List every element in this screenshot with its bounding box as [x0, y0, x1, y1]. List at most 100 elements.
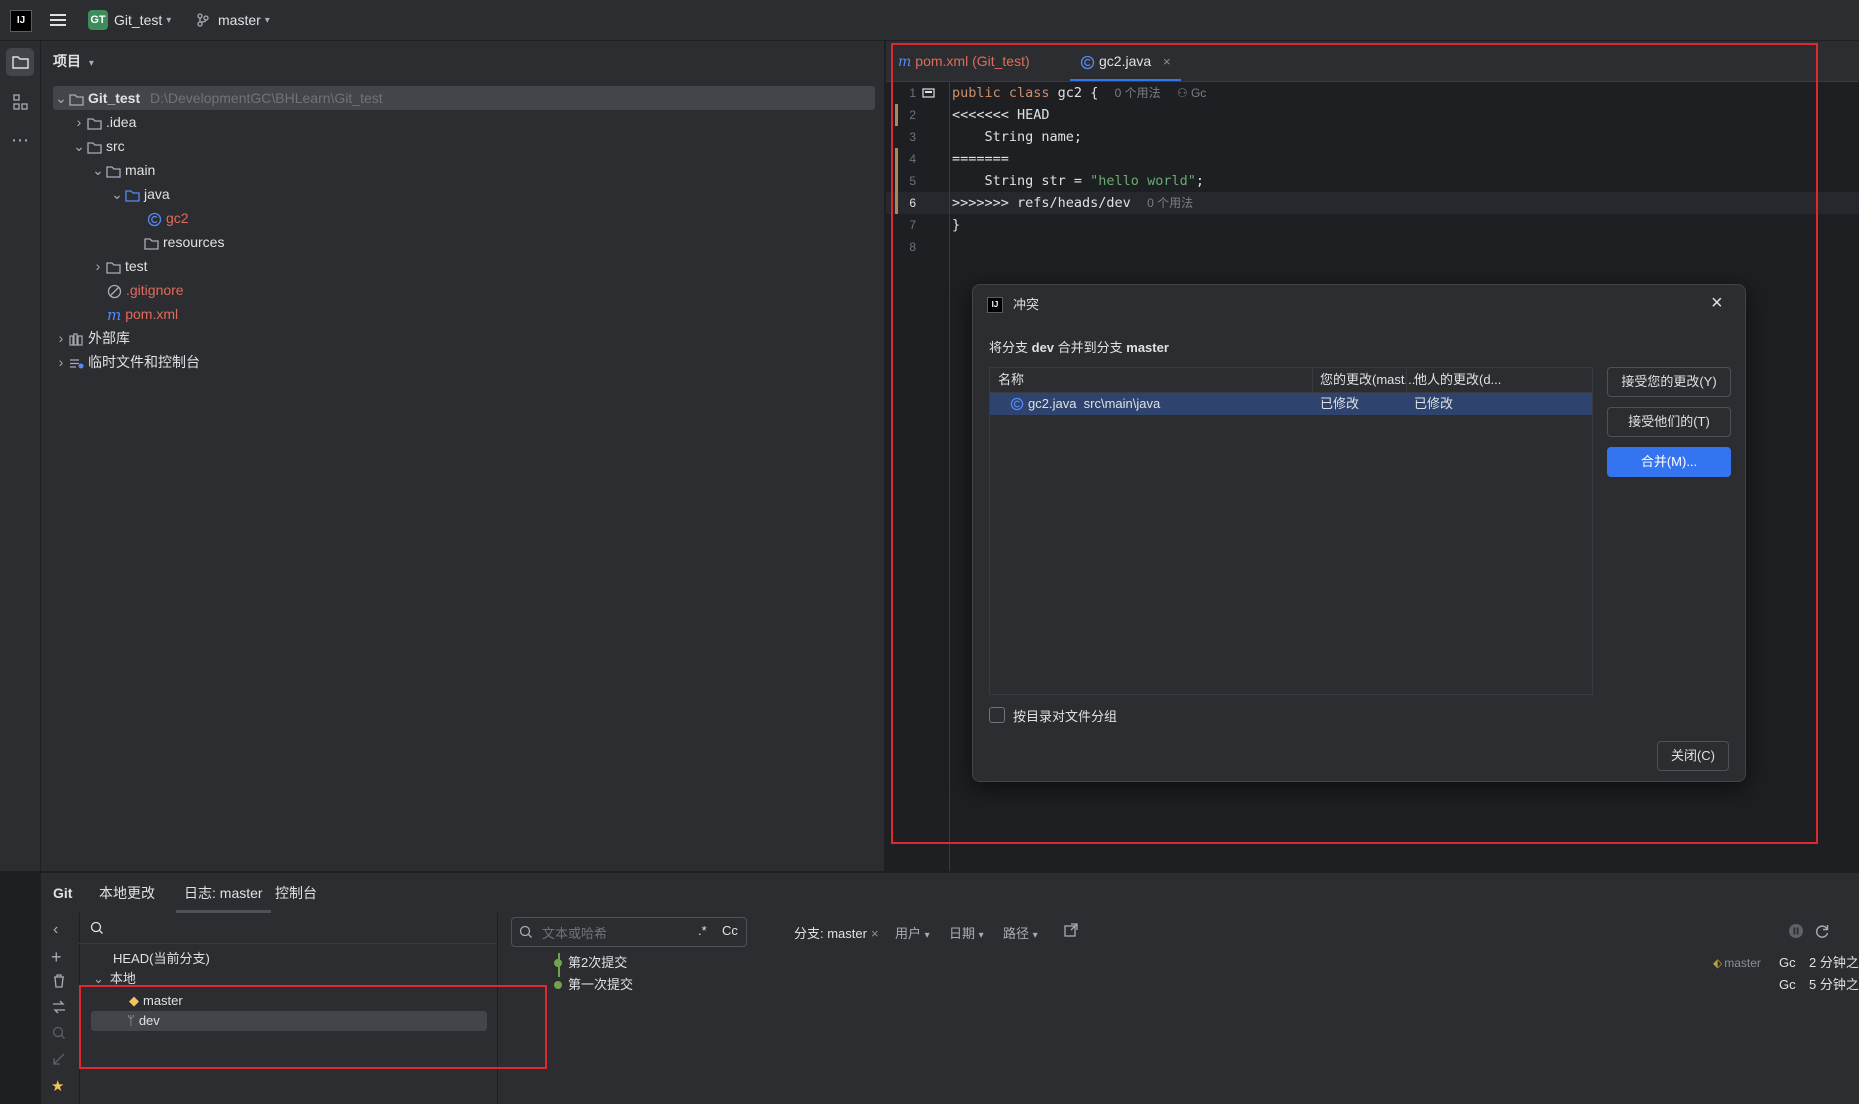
- maven-icon: m: [107, 306, 122, 325]
- project-switcher[interactable]: GT Git_test ▾: [88, 10, 171, 30]
- library-icon: [69, 333, 84, 346]
- branches-search[interactable]: [79, 913, 497, 944]
- title-bar: IJ GT Git_test ▾ master ▾: [0, 0, 1859, 41]
- search-icon: [518, 924, 534, 940]
- head-branch-item[interactable]: HEAD(当前分支): [113, 947, 210, 971]
- chevron-down-icon: ▾: [978, 930, 984, 941]
- tree-item-main[interactable]: ⌄ main: [90, 158, 155, 182]
- branch-switcher[interactable]: master ▾: [196, 10, 270, 30]
- regex-toggle[interactable]: .*: [698, 923, 707, 938]
- tree-item-label: .gitignore: [126, 282, 184, 298]
- tree-item-label: .idea: [106, 114, 137, 130]
- collapse-icon[interactable]: ‹: [53, 921, 58, 939]
- folder-icon: [87, 117, 102, 130]
- chevron-down-icon: ▾: [88, 58, 94, 69]
- tree-item-test[interactable]: › test: [90, 254, 148, 278]
- tree-item-src[interactable]: ⌄ src: [71, 134, 125, 158]
- close-icon: ×: [870, 926, 879, 941]
- tree-item-idea[interactable]: › .idea: [71, 110, 137, 134]
- chevron-down-icon: ⌄: [55, 90, 67, 106]
- tag-icon: ⬖: [1713, 956, 1723, 970]
- add-icon[interactable]: +: [51, 947, 62, 968]
- search-icon[interactable]: [51, 1025, 67, 1041]
- more-tools-icon[interactable]: ⋯: [6, 128, 34, 156]
- tree-item-label: 外部库: [88, 330, 130, 346]
- log-search-field[interactable]: 文本或哈希 .* Cc: [511, 917, 747, 947]
- commit-message[interactable]: 第2次提交: [568, 951, 627, 975]
- project-tool-button[interactable]: [6, 48, 34, 76]
- commit-time: 2 分钟之: [1809, 955, 1859, 970]
- folder-icon: [106, 261, 121, 274]
- intellij-icon[interactable]: IJ: [10, 10, 32, 32]
- chevron-down-icon: ▾: [264, 14, 270, 26]
- highlight-box-editor: [891, 43, 1818, 844]
- tree-item-gc2[interactable]: gc2: [147, 206, 189, 230]
- tree-item-label: gc2: [166, 210, 189, 226]
- chevron-down-icon: ⌄: [92, 162, 104, 178]
- chevron-down-icon: ⌄: [111, 186, 123, 202]
- highlight-box-branches: [79, 985, 547, 1069]
- commit-time: 5 分钟之: [1809, 977, 1859, 992]
- tree-item-label: test: [125, 258, 148, 274]
- tree-item-label: pom.xml: [125, 306, 179, 322]
- pause-icon[interactable]: [1788, 923, 1804, 939]
- tab-git[interactable]: Git: [53, 873, 72, 913]
- project-badge: GT: [88, 10, 108, 30]
- left-tool-stripe: ⋯: [0, 41, 41, 871]
- path-filter[interactable]: 路径 ▾: [1003, 923, 1038, 942]
- tree-item-label: Git_test: [88, 90, 141, 106]
- search-placeholder: 文本或哈希: [542, 926, 608, 941]
- tree-item-resources[interactable]: resources: [128, 230, 224, 254]
- search-icon: [89, 920, 105, 936]
- source-folder-icon: [125, 189, 140, 202]
- chevron-down-icon: ▾: [924, 930, 930, 941]
- update-icon[interactable]: [51, 1051, 67, 1067]
- chevron-down-icon: ⌄: [73, 138, 85, 154]
- tree-item-gitignore[interactable]: .gitignore: [91, 278, 184, 302]
- chevron-down-icon: ▾: [166, 14, 172, 26]
- branch-icon: [196, 13, 210, 27]
- scratches-icon: [69, 357, 84, 370]
- chevron-right-icon: ›: [76, 114, 82, 130]
- compare-icon[interactable]: [51, 999, 67, 1015]
- java-class-icon: [147, 212, 162, 227]
- branch-name: master: [218, 12, 261, 28]
- trash-icon[interactable]: [51, 973, 67, 989]
- tab-console[interactable]: 控制台: [275, 873, 317, 913]
- structure-tool-button[interactable]: [6, 88, 34, 116]
- main-menu-icon[interactable]: [48, 10, 68, 30]
- date-filter[interactable]: 日期 ▾: [949, 923, 984, 942]
- tab-log-master[interactable]: 日志: master: [176, 873, 271, 913]
- open-new-tab-icon[interactable]: [1063, 922, 1079, 938]
- project-panel-header[interactable]: 项目 ▾: [53, 49, 94, 73]
- tree-item-java[interactable]: ⌄ java: [109, 182, 170, 206]
- star-icon[interactable]: ★: [51, 1077, 64, 1095]
- tab-local-changes[interactable]: 本地更改: [99, 873, 155, 913]
- tree-item-pom[interactable]: m pom.xml: [91, 302, 178, 326]
- branch-label: ⬖ master: [1713, 956, 1761, 970]
- user-filter[interactable]: 用户 ▾: [895, 923, 930, 942]
- tree-item-label: src: [106, 138, 125, 154]
- commit-message[interactable]: 第一次提交: [568, 973, 633, 997]
- folder-icon: [87, 141, 102, 154]
- structure-icon: [13, 94, 28, 110]
- refresh-icon[interactable]: [1814, 923, 1830, 939]
- tree-item-label: java: [144, 186, 170, 202]
- commit-author: Gc: [1779, 977, 1796, 992]
- chevron-down-icon: ▾: [1032, 930, 1038, 941]
- commit-author: Gc: [1779, 955, 1796, 970]
- case-toggle[interactable]: Cc: [722, 923, 738, 938]
- tree-item-path: D:\DevelopmentGC\BHLearn\Git_test: [150, 90, 383, 106]
- tree-item-scratches[interactable]: › 临时文件和控制台: [53, 350, 200, 374]
- chevron-right-icon: ›: [95, 258, 101, 274]
- tree-item-external-libraries[interactable]: › 外部库: [53, 326, 130, 350]
- folder-icon: [69, 93, 84, 106]
- tree-item-root[interactable]: ⌄ Git_test D:\DevelopmentGC\BHLearn\Git_t…: [53, 86, 875, 110]
- ignore-file-icon: [107, 284, 122, 299]
- folder-icon: [144, 237, 159, 250]
- project-name: Git_test: [114, 12, 163, 28]
- folder-icon: [12, 56, 29, 69]
- tree-item-label: resources: [163, 234, 225, 250]
- commit-node: [554, 959, 562, 967]
- branch-filter[interactable]: 分支: master ×: [794, 923, 879, 942]
